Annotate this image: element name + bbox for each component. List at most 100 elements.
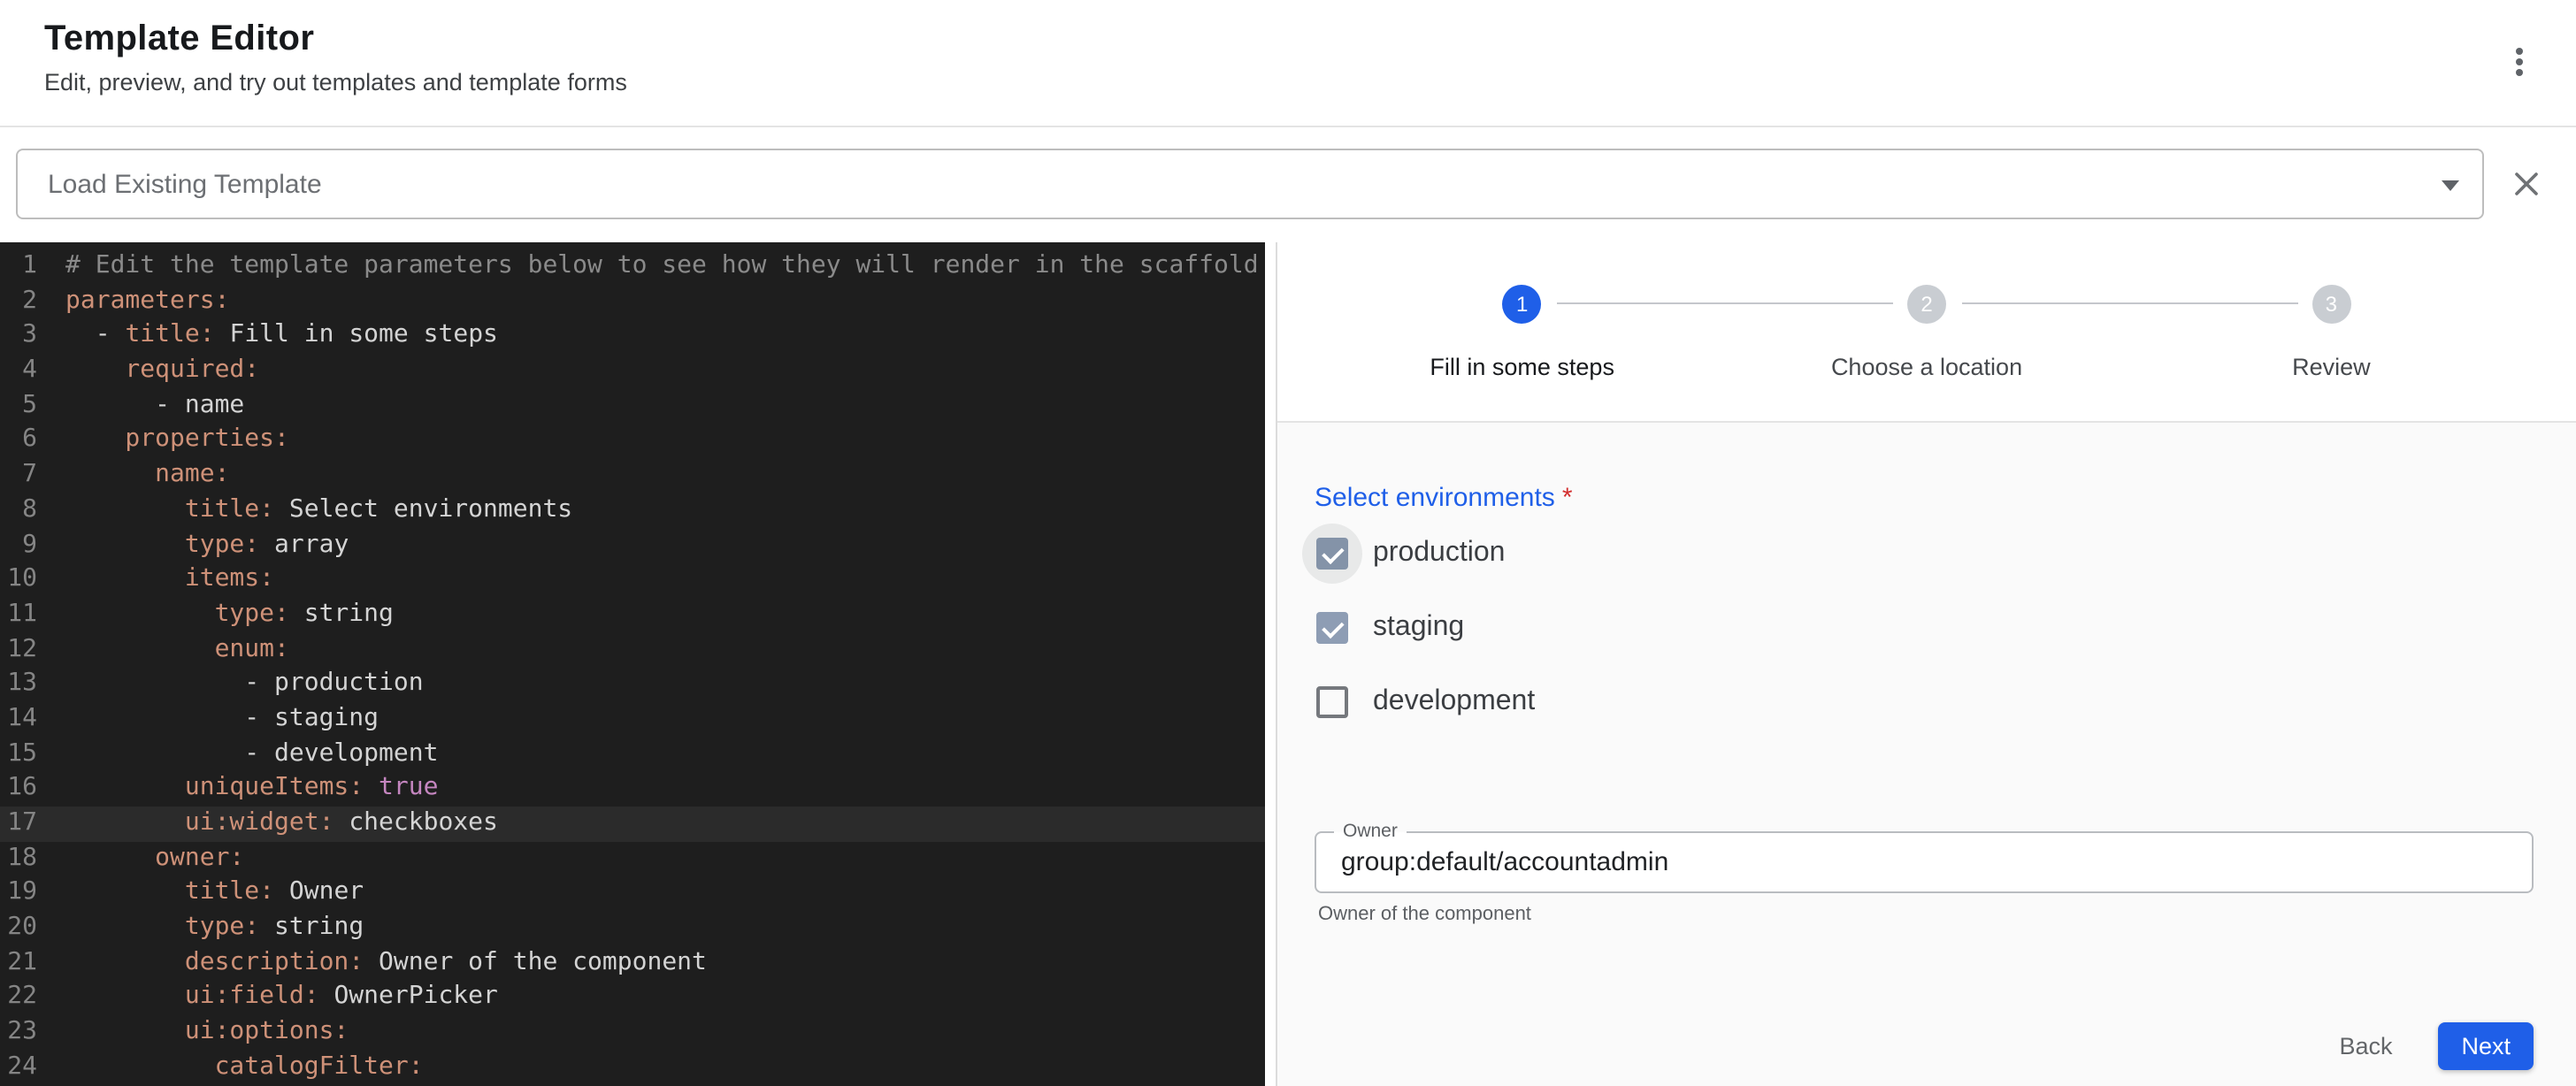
code-token: properties: — [65, 425, 289, 454]
environments-checkbox-group: production staging development — [1315, 516, 2534, 739]
owner-helper-text: Owner of the component — [1318, 904, 2534, 925]
step-3-label: Review — [2292, 354, 2371, 380]
code-token: title: — [65, 878, 289, 906]
code-token: true — [379, 774, 438, 802]
editor-line-7: 7 name: — [0, 458, 1265, 493]
line-number: 14 — [0, 702, 37, 737]
template-toolbar: Load Existing Template — [0, 127, 2576, 219]
editor-line-3: 3 - title: Fill in some steps — [0, 319, 1265, 354]
stepper-connector — [1962, 302, 2298, 304]
line-number: 13 — [0, 668, 37, 702]
code-token: name: — [65, 460, 229, 488]
code-token: items: — [65, 564, 274, 593]
code-token: checkboxes — [349, 808, 498, 837]
line-number: 19 — [0, 876, 37, 911]
line-number: 17 — [0, 807, 37, 841]
line-number: 7 — [0, 458, 37, 493]
code-token: OwnerPicker — [334, 983, 497, 1011]
step-1: 1 Fill in some steps — [1320, 285, 1724, 380]
line-number: 15 — [0, 737, 37, 771]
code-token: Fill in some steps — [229, 321, 497, 349]
code-token: description: — [65, 948, 379, 976]
line-number: 6 — [0, 424, 37, 458]
editor-line-18: 18 owner: — [0, 841, 1265, 876]
step-form: Select environments* productionstagingde… — [1277, 423, 2576, 1086]
required-asterisk: * — [1562, 483, 1573, 513]
checkbox-staging[interactable] — [1316, 612, 1348, 644]
editor-line-4: 4 required: — [0, 354, 1265, 388]
code-token: - staging — [65, 704, 379, 732]
code-token: title: — [65, 495, 289, 524]
code-token: # Edit the template parameters below to … — [65, 251, 1259, 279]
editor-line-5: 5 - name — [0, 389, 1265, 424]
code-token: array — [274, 530, 349, 558]
chevron-down-icon[interactable] — [2442, 180, 2459, 191]
checkbox-row-development[interactable]: development — [1315, 665, 2534, 739]
load-existing-template-select[interactable]: Load Existing Template — [16, 149, 2484, 219]
editor-line-9: 9 type: array — [0, 528, 1265, 562]
line-number: 5 — [0, 389, 37, 424]
line-number: 12 — [0, 632, 37, 667]
editor-line-21: 21 description: Owner of the component — [0, 946, 1265, 981]
code-token: uniqueItems: — [65, 774, 379, 802]
more-options-button[interactable] — [2484, 27, 2555, 97]
editor-line-11: 11 type: string — [0, 598, 1265, 632]
code-token: - development — [65, 738, 438, 767]
editor-line-22: 22 ui:field: OwnerPicker — [0, 981, 1265, 1015]
line-number: 8 — [0, 493, 37, 528]
line-number: 21 — [0, 946, 37, 981]
step-2-circle: 2 — [1907, 285, 1946, 324]
code-token: - — [65, 321, 125, 349]
step-2: 2 Choose a location — [1724, 285, 2128, 380]
line-number: 20 — [0, 911, 37, 945]
checkbox-production[interactable] — [1316, 538, 1348, 570]
code-token: ui:options: — [65, 1017, 349, 1045]
code-token: enum: — [65, 634, 289, 662]
line-number: 23 — [0, 1015, 37, 1050]
editor-line-13: 13 - production — [0, 668, 1265, 702]
step-3-circle: 3 — [2312, 285, 2350, 324]
load-template-placeholder: Load Existing Template — [48, 169, 322, 199]
next-button[interactable]: Next — [2438, 1022, 2534, 1070]
kebab-menu-icon — [2516, 46, 2523, 79]
checkbox-label-staging: staging — [1373, 612, 1464, 644]
code-token: string — [304, 600, 394, 628]
step-2-label: Choose a location — [1831, 354, 2022, 380]
line-number: 3 — [0, 319, 37, 354]
close-button[interactable] — [2491, 149, 2562, 219]
back-button[interactable]: Back — [2325, 1022, 2406, 1070]
code-token: type: — [65, 913, 274, 941]
code-token: Select environments — [289, 495, 572, 524]
line-number: 18 — [0, 841, 37, 876]
code-token: required: — [65, 356, 259, 384]
code-token: catalogFilter: — [65, 1052, 424, 1081]
editor-line-17: 17 ui:widget: checkboxes — [0, 807, 1265, 841]
code-token: Owner of the component — [379, 948, 707, 976]
line-number: 9 — [0, 528, 37, 562]
line-number: 22 — [0, 981, 37, 1015]
step-1-label: Fill in some steps — [1430, 354, 1614, 380]
line-number: 10 — [0, 562, 37, 597]
editor-line-14: 14 - staging — [0, 702, 1265, 737]
line-number: 2 — [0, 284, 37, 318]
code-token: ui:widget: — [65, 808, 349, 837]
code-token: parameters: — [65, 286, 229, 314]
page-title: Template Editor — [44, 16, 2534, 62]
checkbox-development[interactable] — [1316, 686, 1348, 718]
page-header: Template Editor Edit, preview, and try o… — [0, 0, 2576, 127]
checkbox-row-production[interactable]: production — [1315, 516, 2534, 591]
code-token: Owner — [289, 878, 364, 906]
step-1-circle: 1 — [1503, 285, 1542, 324]
editor-line-2: 2 parameters: — [0, 284, 1265, 318]
checkbox-label-production: production — [1373, 538, 1505, 570]
line-number: 11 — [0, 598, 37, 632]
code-token: type: — [65, 600, 304, 628]
owner-input[interactable]: Owner group:default/accountadmin — [1315, 831, 2534, 893]
checkbox-row-staging[interactable]: staging — [1315, 591, 2534, 665]
editor-line-19: 19 title: Owner — [0, 876, 1265, 911]
code-token: - name — [65, 391, 244, 419]
code-token: string — [274, 913, 364, 941]
editor-line-6: 6 properties: — [0, 424, 1265, 458]
step-3: 3 Review — [2129, 285, 2534, 380]
code-editor[interactable]: 1# Edit the template parameters below to… — [0, 242, 1265, 1086]
